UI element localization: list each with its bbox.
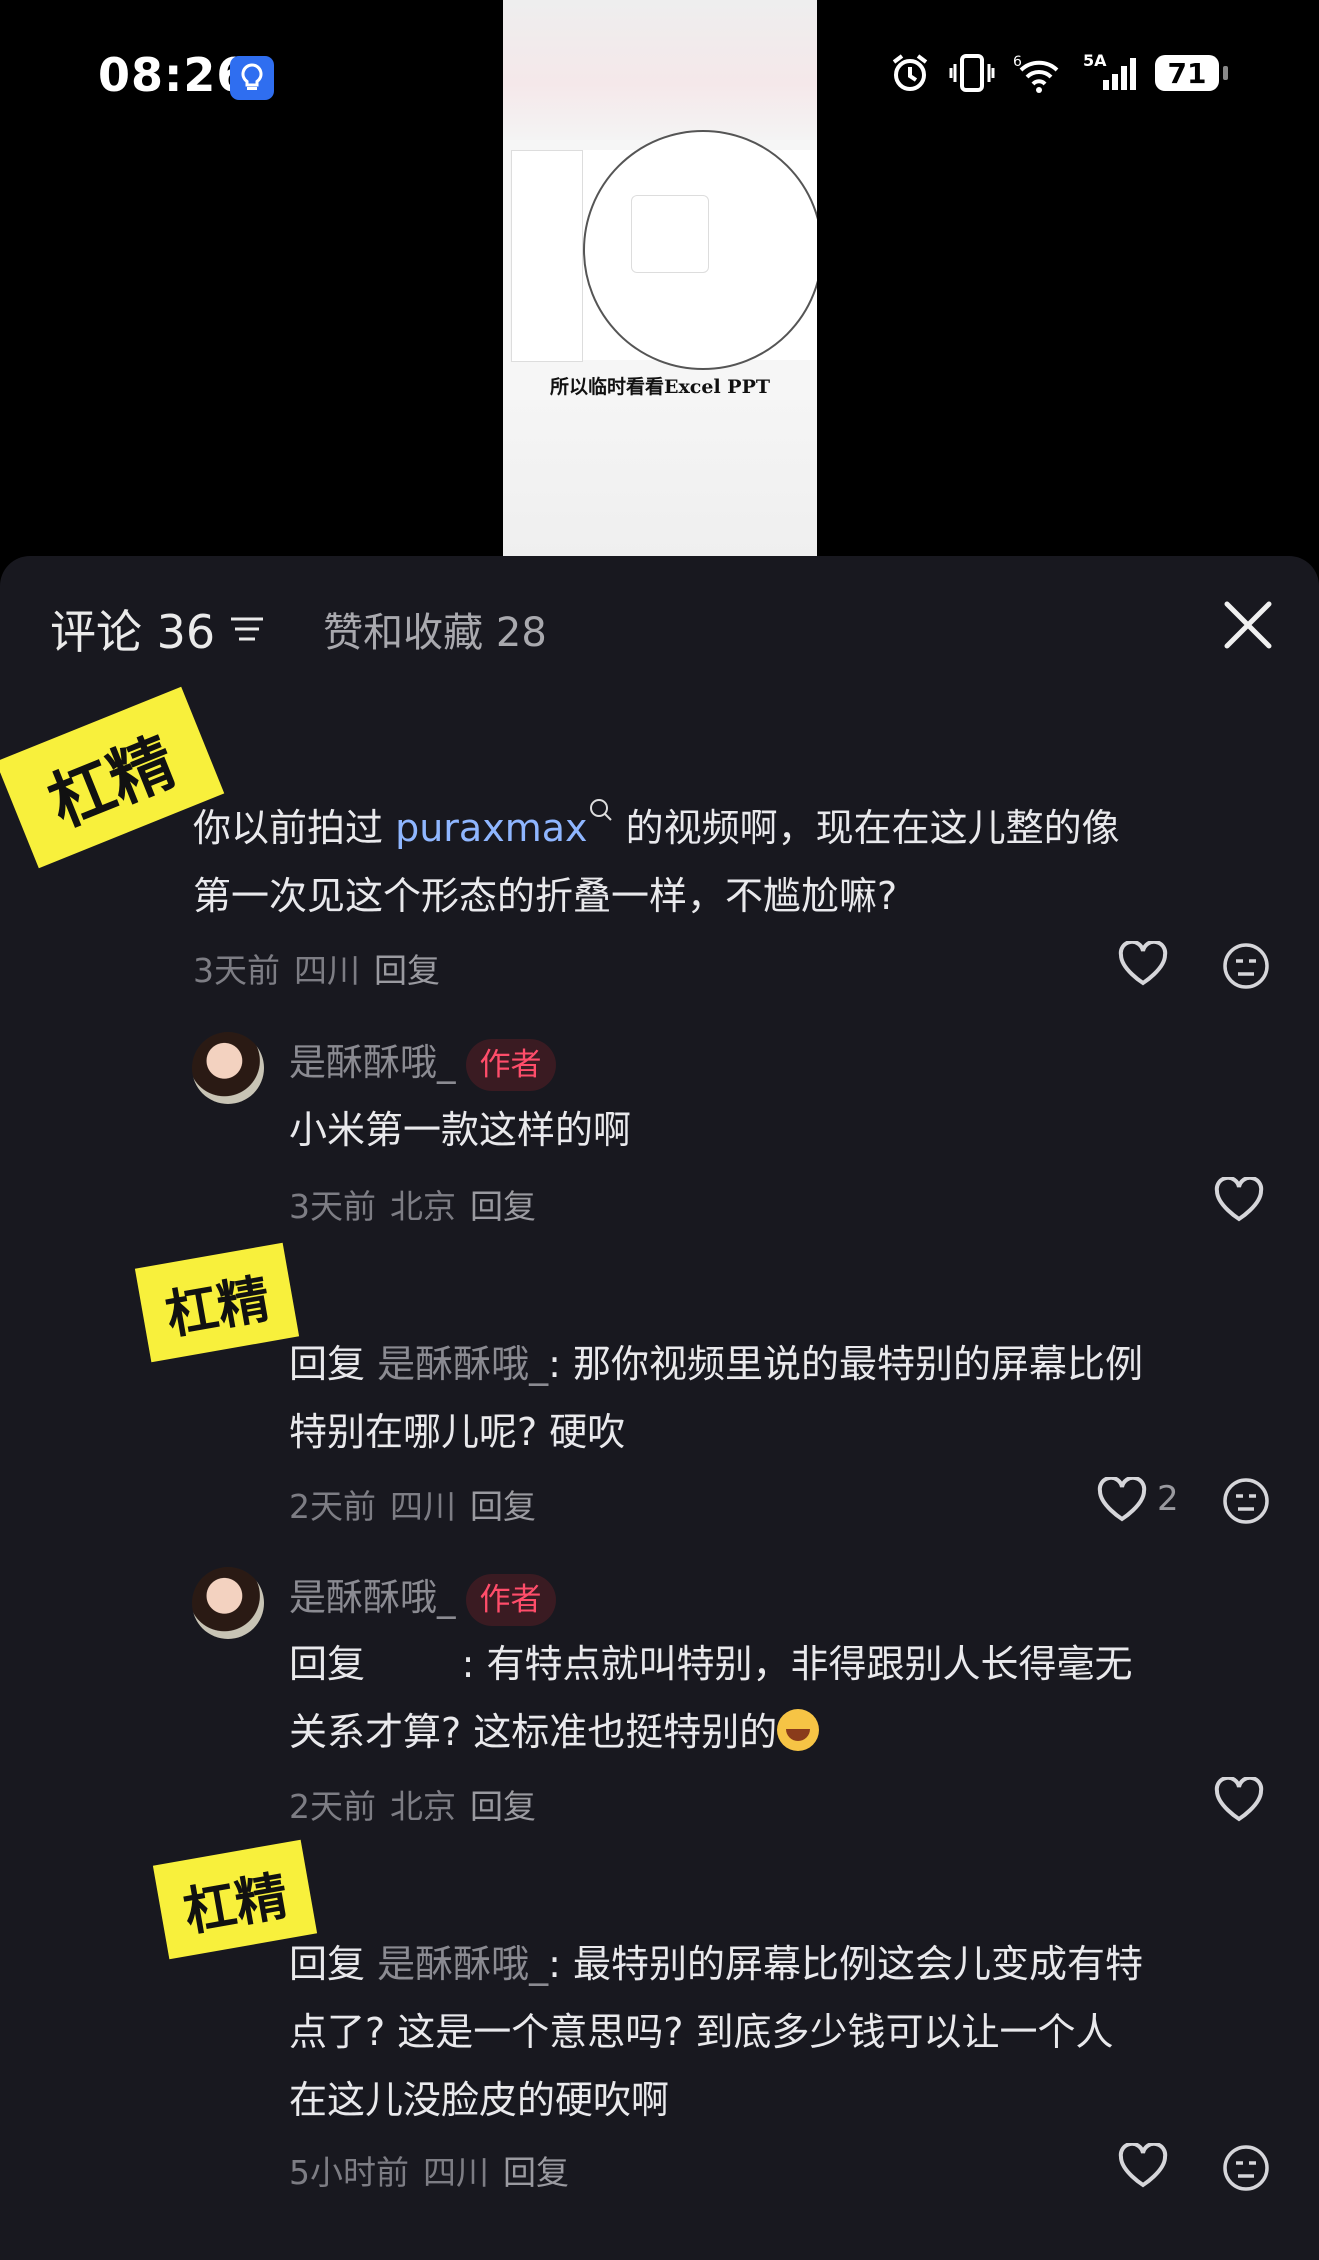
reply-button[interactable]: 回复 — [470, 1787, 536, 1826]
video-blurred-bottom — [503, 400, 817, 556]
sort-icon[interactable] — [229, 615, 265, 643]
wifi-icon: 6 — [1013, 54, 1059, 93]
avatar[interactable] — [192, 1567, 264, 1639]
comment-meta: 3天前 四川 回复 — [193, 951, 440, 990]
mention-link[interactable]: 是酥酥哦_ — [377, 1942, 548, 1986]
alarm-icon — [892, 54, 928, 91]
comment-text: 你以前拍过 puraxmax 的视频啊，现在在这儿整的像 第一次见这个形态的折叠… — [193, 794, 1253, 930]
comment-meta: 2天前 北京 回复 — [289, 1787, 536, 1826]
tab-likes-favorites[interactable]: 赞和收藏 28 — [323, 600, 547, 658]
dislike-face-icon[interactable] — [1221, 2143, 1271, 2193]
svg-text:6: 6 — [1013, 54, 1022, 70]
video-document-card — [631, 195, 709, 273]
heart-icon[interactable] — [1096, 1477, 1148, 1523]
battery-indicator: 71 — [1155, 55, 1228, 91]
clock: 08:26 — [98, 48, 250, 102]
reply-button[interactable]: 回复 — [503, 2153, 569, 2192]
comment-text: 回复 : 有特点就叫特别，非得跟别人长得毫无 关系才算? 这标准也挺特别的 — [289, 1642, 1133, 1754]
author-name[interactable]: 是酥酥哦_ 作者 — [289, 1567, 556, 1626]
comment-text: 回复 是酥酥哦_: 那你视频里说的最特别的屏幕比例 特别在哪儿呢? 硬吹 — [289, 1342, 1143, 1454]
status-icons: 6 5A 71 — [889, 52, 1228, 94]
heart-icon[interactable] — [1213, 1177, 1265, 1223]
reply-button[interactable]: 回复 — [470, 1487, 536, 1526]
avatar[interactable] — [192, 1032, 264, 1104]
heart-icon[interactable] — [1117, 941, 1169, 987]
author-name[interactable]: 是酥酥哦_ 作者 — [289, 1032, 556, 1091]
comment-meta: 5小时前 四川 回复 — [289, 2153, 569, 2192]
reply-button[interactable]: 回复 — [374, 951, 440, 990]
dislike-face-icon[interactable] — [1221, 1476, 1271, 1526]
video-sidebar-panel — [511, 150, 583, 362]
link-puraxmax[interactable]: puraxmax — [395, 806, 587, 850]
svg-text:5A: 5A — [1083, 52, 1107, 70]
lightbulb-notification-icon — [230, 56, 274, 100]
heart-icon[interactable] — [1213, 1777, 1265, 1823]
video-caption: 所以临时看看Excel PPT — [549, 376, 770, 398]
comment-meta: 3天前 北京 回复 — [289, 1187, 536, 1226]
heart-icon[interactable] — [1117, 2143, 1169, 2189]
search-icon[interactable] — [588, 797, 614, 823]
tab-comments[interactable]: 评论 36 — [50, 596, 215, 662]
reply-button[interactable]: 回复 — [470, 1187, 536, 1226]
author-badge: 作者 — [465, 1038, 556, 1091]
author-badge: 作者 — [465, 1573, 556, 1626]
vibrate-icon — [949, 54, 995, 92]
comment-text: 小米第一款这样的啊 — [289, 1108, 632, 1152]
close-icon[interactable] — [1221, 598, 1275, 652]
video-blurred-top — [503, 0, 817, 140]
cellular-signal-icon: 5A — [1083, 52, 1136, 90]
comment-text: 回复 是酥酥哦_: 最特别的屏幕比例这会儿变成有特 点了? 这是一个意思吗? 到… — [289, 1942, 1143, 2122]
video-thumbnail[interactable]: 所以临时看看Excel PPT — [503, 0, 817, 556]
dislike-face-icon[interactable] — [1221, 941, 1271, 991]
like-count: 2 — [1157, 1479, 1179, 1519]
comment-meta: 2天前 四川 回复 — [289, 1487, 536, 1526]
mention-link[interactable]: 是酥酥哦_ — [377, 1342, 548, 1386]
sheet-tabs: 评论 36 赞和收藏 28 — [50, 596, 547, 662]
laughing-emoji-icon — [777, 1709, 820, 1751]
